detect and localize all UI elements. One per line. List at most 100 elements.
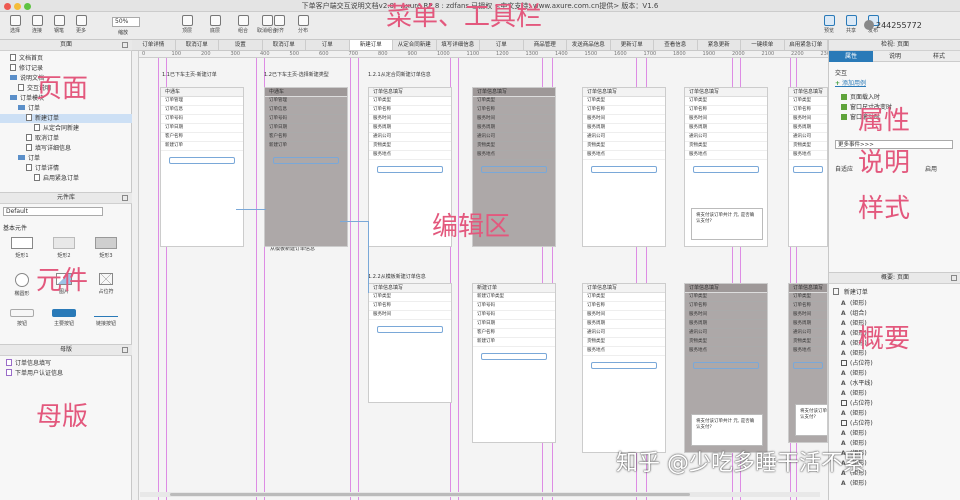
toolbar-align-button[interactable]: 对齐 bbox=[268, 15, 290, 37]
screen-submit-button[interactable] bbox=[792, 166, 824, 173]
toolbar-bring-front-button[interactable]: 顶层 bbox=[176, 15, 198, 37]
page-tree-item[interactable]: 从定合同新建 bbox=[0, 124, 132, 133]
document-tab[interactable]: 启用紧急订单 bbox=[785, 40, 828, 50]
widget-button-link[interactable]: 链接按钮 bbox=[86, 309, 126, 343]
prototype-screen[interactable]: 订单信息填写 订单类型 订单名称 服务时间 服务周期 通讯公司 货物类型 服务地点 bbox=[582, 283, 666, 453]
toolbar-share-button[interactable]: 共享 bbox=[840, 15, 862, 37]
page-tree-item[interactable]: 文档首页 bbox=[0, 54, 132, 63]
widget-button[interactable]: 按钮 bbox=[2, 309, 42, 343]
toolbar-pointer-button[interactable]: 选择 bbox=[4, 15, 26, 37]
document-tab[interactable]: 发送商品信息 bbox=[567, 40, 611, 50]
outline-item[interactable]: A (矩形) bbox=[841, 429, 867, 438]
page-tree-item[interactable]: 取消订单 bbox=[0, 134, 132, 143]
screen-submit-button[interactable] bbox=[481, 353, 547, 360]
outline-item[interactable]: A (矩形) bbox=[841, 389, 867, 398]
prototype-screen[interactable]: 订单信息填写 订单类型 订单名称 服务时间 服务周期 通讯公司 货物类型 服务地点 将支付该订单… bbox=[684, 283, 768, 453]
screen-submit-button[interactable] bbox=[377, 166, 443, 173]
user-account[interactable]: 244255772 bbox=[876, 21, 922, 30]
document-tab[interactable]: 从定合同新建 bbox=[393, 40, 437, 50]
panel-options-icon[interactable] bbox=[122, 195, 128, 201]
document-tab[interactable]: 取消订单 bbox=[176, 40, 219, 50]
minimize-window-button[interactable] bbox=[14, 3, 21, 10]
page-tree-item[interactable]: 订单详情 bbox=[0, 164, 132, 173]
prototype-screen[interactable]: 新建订单 新建订单类型 订单号码 订单号码 订单日期 客户名称 新建订单 bbox=[472, 283, 556, 443]
library-select[interactable]: Default bbox=[3, 207, 103, 216]
toolbar-connector-button[interactable]: 连接 bbox=[26, 15, 48, 37]
tab-notes[interactable]: 说明 bbox=[873, 51, 917, 62]
screen-submit-button[interactable] bbox=[792, 362, 824, 369]
toolbar-group-button[interactable]: 组合 bbox=[232, 15, 254, 37]
add-case-link[interactable]: + 添加用例 bbox=[835, 78, 866, 87]
zoom-select[interactable]: 50% bbox=[112, 17, 140, 27]
outline-item[interactable]: A (水平线) bbox=[841, 379, 873, 388]
page-tree-item[interactable]: 订单 bbox=[0, 154, 132, 163]
outline-item[interactable]: A (组合) bbox=[841, 309, 867, 318]
page-tree-item[interactable]: 填写详细信息 bbox=[0, 144, 132, 153]
prototype-screen[interactable]: 订单信息填写 订单类型 订单名称 服务时间 服务周期 通讯公司 货物类型 服务地点 将支付该订单… bbox=[684, 87, 768, 247]
outline-root[interactable]: 新建订单 bbox=[833, 287, 868, 296]
master-item[interactable]: 下单用户认证信息 bbox=[6, 369, 63, 378]
document-tab[interactable]: 填写详细信息 bbox=[437, 40, 480, 50]
page-tree-item[interactable]: 启用紧急订单 bbox=[0, 174, 132, 183]
widget-rect-dark[interactable]: 矩形3 bbox=[86, 237, 126, 271]
document-tab[interactable]: 订单 bbox=[480, 40, 524, 50]
outline-item[interactable]: (占位符) bbox=[841, 359, 873, 368]
outline-item[interactable]: A (矩形) bbox=[841, 479, 867, 488]
panel-options-icon[interactable] bbox=[122, 347, 128, 353]
screen-submit-button[interactable] bbox=[591, 362, 657, 369]
page-tree-item[interactable]: 新建订单 bbox=[0, 114, 132, 123]
tab-properties[interactable]: 属性 bbox=[829, 51, 873, 62]
document-tab[interactable]: 新建订单 bbox=[349, 40, 393, 50]
screen-submit-button[interactable] bbox=[591, 166, 657, 173]
screen-submit-button[interactable] bbox=[693, 166, 759, 173]
outline-item[interactable]: (占位符) bbox=[841, 419, 873, 428]
toolbar-preview-button[interactable]: 预览 bbox=[818, 15, 840, 37]
prototype-screen[interactable]: 中通车 订单管理 订单信息 订单号码 订单日期 客户名称 新建订单 bbox=[264, 87, 348, 247]
adaptive-value[interactable]: 启用 bbox=[925, 164, 937, 173]
zoom-window-button[interactable] bbox=[24, 3, 31, 10]
widget-button-primary[interactable]: 主要按钮 bbox=[44, 309, 84, 343]
outline-item[interactable]: A (矩形) bbox=[841, 409, 867, 418]
outline-item[interactable]: A (矩形) bbox=[841, 299, 867, 308]
outline-item[interactable]: (占位符) bbox=[841, 399, 873, 408]
prototype-screen[interactable]: 订单信息填写 订单类型 订单名称 服务时间 服务周期 通讯公司 货物类型 服务地点 bbox=[582, 87, 666, 247]
screen-submit-button[interactable] bbox=[693, 362, 759, 369]
annotation-menu-toolbar: 菜单、工具栏 bbox=[386, 2, 543, 32]
user-avatar-icon[interactable] bbox=[864, 20, 874, 30]
tab-style[interactable]: 样式 bbox=[917, 51, 960, 62]
toolbar-send-back-button[interactable]: 底层 bbox=[204, 15, 226, 37]
screen-submit-button[interactable] bbox=[481, 166, 547, 173]
document-tab[interactable]: 更新订单 bbox=[611, 40, 654, 50]
document-tab[interactable]: 订单详情 bbox=[132, 40, 176, 50]
canvas-horizontal-scrollbar[interactable] bbox=[140, 492, 820, 497]
page-icon bbox=[34, 124, 40, 131]
page-tree-item[interactable]: 修订记录 bbox=[0, 64, 132, 73]
document-tab[interactable]: 一键续单 bbox=[741, 40, 785, 50]
document-tab[interactable]: 紧急更新 bbox=[698, 40, 741, 50]
toolbar-more-button[interactable]: 更多 bbox=[70, 15, 92, 37]
document-tab[interactable]: 取消订单 bbox=[263, 40, 306, 50]
document-tab[interactable]: 设置 bbox=[219, 40, 263, 50]
screen-submit-button[interactable] bbox=[169, 157, 235, 164]
screen-submit-button[interactable] bbox=[377, 326, 443, 333]
filter-icon[interactable] bbox=[951, 275, 957, 281]
prototype-screen[interactable]: 订单信息填写 订单类型 订单名称 服务时间 服务周期 通讯公司 货物类型 服务地点 bbox=[788, 87, 828, 247]
close-window-button[interactable] bbox=[4, 3, 11, 10]
prototype-screen[interactable]: 订单信息填写 订单类型 订单名称 服务时间 服务周期 通讯公司 货物类型 服务地点 将支付该订单… bbox=[788, 283, 828, 443]
document-tab[interactable]: 查看信息 bbox=[654, 40, 698, 50]
scrollbar-thumb[interactable] bbox=[170, 493, 690, 496]
page-tree-item[interactable]: 订单 bbox=[0, 104, 132, 113]
outline-item[interactable]: A (矩形) bbox=[841, 369, 867, 378]
screen-submit-button[interactable] bbox=[273, 157, 339, 164]
event-item[interactable]: 页面载入时 bbox=[841, 92, 880, 101]
prototype-screen[interactable]: 订单信息填写 订单类型 订单名称 服务时间 bbox=[368, 283, 452, 403]
panel-options-icon[interactable] bbox=[122, 42, 128, 48]
toolbar-distribute-button[interactable]: 分布 bbox=[292, 15, 314, 37]
edit-canvas[interactable]: 0 100 200 300 400 500 600 700 800 900 1000 1100 1200… bbox=[132, 51, 828, 500]
prototype-screen[interactable]: 中通车 订单管理 订单信息 订单号码 订单日期 客户名称 新建订单 bbox=[160, 87, 244, 247]
document-tab[interactable]: 商品管理 bbox=[524, 40, 567, 50]
document-tab[interactable]: 订单 bbox=[306, 40, 350, 50]
master-item[interactable]: 订单信息填写 bbox=[6, 359, 51, 368]
toolbar-pen-button[interactable]: 钢笔 bbox=[48, 15, 70, 37]
widget-placeholder[interactable]: 占位符 bbox=[86, 273, 126, 307]
